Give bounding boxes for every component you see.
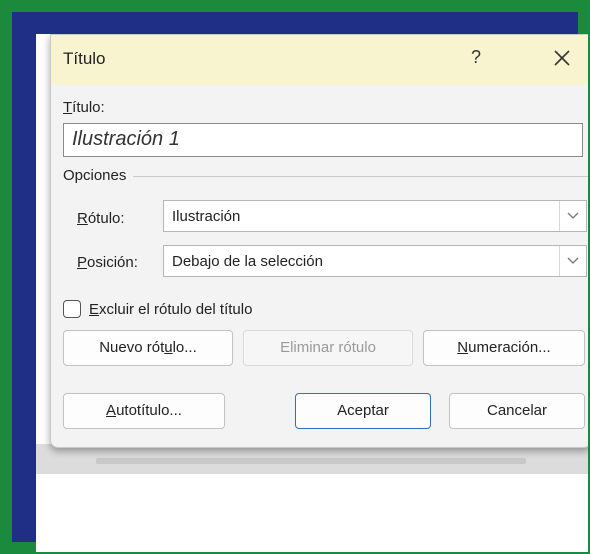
exclude-label-text: Excluir el rótulo del título [89, 301, 253, 318]
ok-button[interactable]: Aceptar [295, 393, 431, 429]
caption-dialog: Título ? Título: Ilustración 1 Opciones … [50, 34, 588, 448]
delete-label-button[interactable]: Eliminar rótulo [243, 330, 413, 366]
position-field-label: Posición: [77, 254, 138, 271]
dialog-titlebar: Título ? [51, 35, 588, 85]
chevron-down-icon [567, 257, 579, 264]
document-backdrop [36, 444, 588, 474]
chevron-down-icon [567, 212, 579, 219]
numbering-button[interactable]: Numeración... [423, 330, 585, 366]
label-select[interactable]: Ilustración [163, 200, 587, 232]
options-divider [133, 176, 588, 177]
label-select-value: Ilustración [172, 208, 241, 225]
screenshot-area: Título ? Título: Ilustración 1 Opciones … [36, 34, 588, 552]
dialog-title: Título [63, 49, 106, 68]
position-select-value: Debajo de la selección [172, 253, 323, 270]
autocaption-button[interactable]: Autotítulo... [63, 393, 225, 429]
label-select-dropdown[interactable] [559, 201, 586, 231]
position-select[interactable]: Debajo de la selección [163, 245, 587, 277]
help-button[interactable]: ? [471, 47, 481, 68]
cancel-button[interactable]: Cancelar [449, 393, 585, 429]
caption-input[interactable]: Ilustración 1 [63, 123, 583, 157]
document-text-strip [96, 458, 526, 464]
outer-frame: Título ? Título: Ilustración 1 Opciones … [12, 12, 588, 552]
position-select-dropdown[interactable] [559, 246, 586, 276]
caption-label: Título: [63, 99, 105, 116]
exclude-label-checkbox[interactable] [63, 300, 81, 318]
new-label-button[interactable]: Nuevo rótulo... [63, 330, 233, 366]
label-field-label: Rótulo: [77, 210, 125, 227]
close-icon [554, 50, 570, 66]
options-section-label: Opciones [63, 167, 127, 184]
close-button[interactable] [547, 43, 577, 73]
